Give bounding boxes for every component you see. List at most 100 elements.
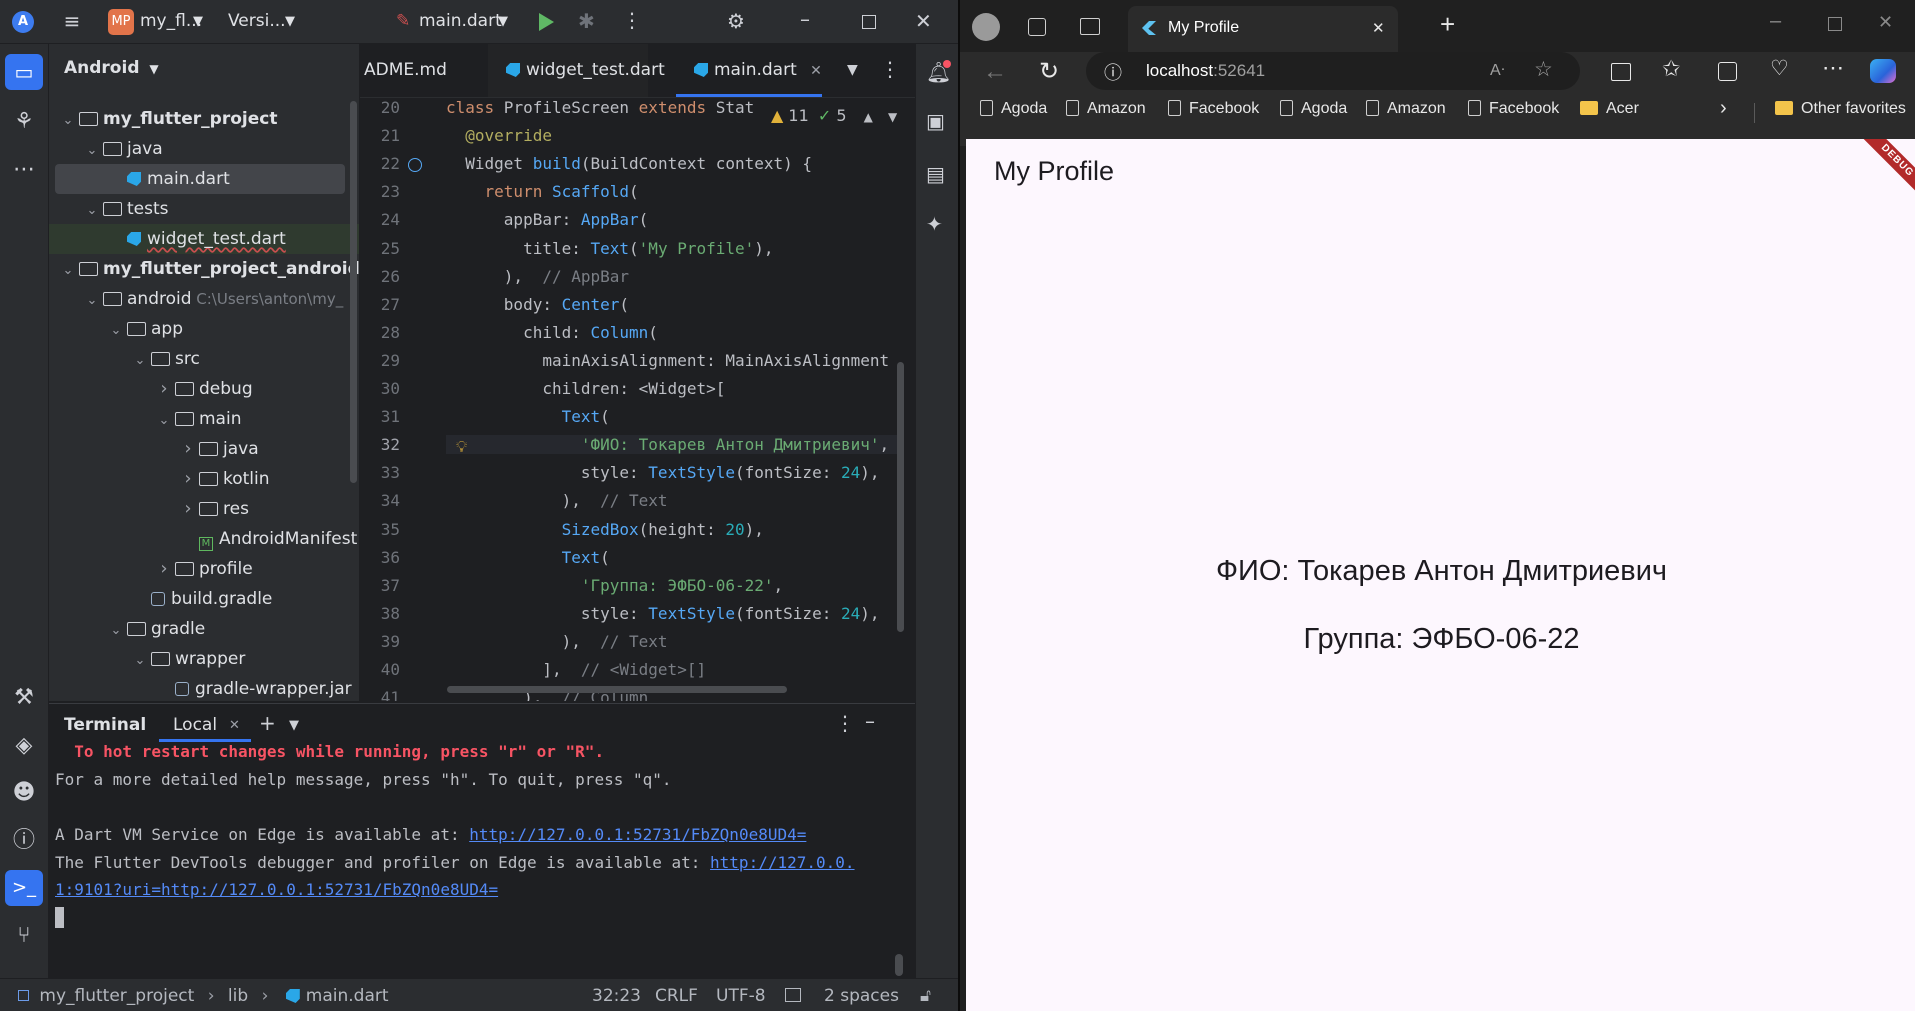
tree-item[interactable]: ⌄ android C:\Users\anton\my_ <box>49 284 359 314</box>
chevron-down-icon[interactable]: ⌄ <box>61 256 75 286</box>
tree-item[interactable]: › debug <box>49 374 359 404</box>
tab-main-dart[interactable]: main.dart ✕ <box>676 44 822 97</box>
bookmark-item[interactable]: Facebook <box>1468 100 1559 118</box>
code-line[interactable]: class ProfileScreen extends Stat <box>446 98 754 117</box>
git-branch-icon[interactable]: ⑂ <box>10 922 38 950</box>
project-view-selector[interactable]: Android ▼ <box>64 58 159 78</box>
split-screen-icon[interactable] <box>1611 63 1631 81</box>
other-favorites[interactable]: Other favorites <box>1775 100 1906 118</box>
caret-position[interactable]: 32:23 <box>592 986 641 1006</box>
tree-item[interactable]: ⌄ my_flutter_project_android <box>49 254 359 284</box>
code-line[interactable]: ), // Text <box>446 491 668 510</box>
more-tools-icon[interactable]: ⋯ <box>10 156 38 184</box>
breadcrumb-project[interactable]: my_flutter_project <box>39 986 194 1006</box>
chevron-down-icon[interactable]: ⌄ <box>109 616 123 646</box>
bookmark-item[interactable]: Amazon <box>1366 100 1446 118</box>
editor-h-scrollbar[interactable] <box>447 686 787 693</box>
window-maximize-icon[interactable] <box>862 15 876 29</box>
back-arrow-icon[interactable]: ← <box>983 58 1007 86</box>
tree-item[interactable]: build.gradle <box>49 584 359 614</box>
chevron-down-icon[interactable]: ⌄ <box>85 286 99 316</box>
breadcrumb-file[interactable]: main.dart <box>306 986 389 1006</box>
tree-item[interactable]: ⌄ tests <box>49 194 359 224</box>
chevron-right-icon[interactable]: › <box>181 494 195 524</box>
tree-item[interactable]: ⌄ my_flutter_project <box>49 104 359 134</box>
tab-actions-icon[interactable] <box>1080 18 1100 35</box>
terminal-hide-icon[interactable]: – <box>865 711 875 731</box>
tree-item[interactable]: ⌄ src <box>49 344 359 374</box>
terminal-tab-local[interactable]: Local ✕ <box>159 704 251 742</box>
tabs-chevron-down-icon[interactable]: ▼ <box>847 60 858 80</box>
run-config-chevron-down-icon[interactable]: ▼ <box>498 14 508 29</box>
chevron-right-icon[interactable]: › <box>181 464 195 494</box>
site-info-icon[interactable]: ⓘ <box>1104 59 1122 85</box>
chevron-down-icon[interactable]: ⌄ <box>157 406 171 436</box>
tree-item[interactable]: › res <box>49 494 359 524</box>
devtools-link-cont[interactable]: 1:9101?uri=http://127.0.0.1:52731/FbZQn0… <box>55 880 498 899</box>
chevron-right-icon[interactable]: › <box>157 554 171 584</box>
tree-item[interactable]: › kotlin <box>49 464 359 494</box>
device-manager-icon[interactable]: ▣ <box>926 111 945 131</box>
code-line[interactable]: mainAxisAlignment: MainAxisAlignment <box>446 351 889 370</box>
project-badge[interactable]: MP <box>108 9 134 35</box>
bookmark-item[interactable]: Acer <box>1580 100 1639 118</box>
tab-readme[interactable]: ADME.md <box>364 44 447 97</box>
code-line[interactable]: ), // AppBar <box>446 267 629 286</box>
chevron-right-icon[interactable]: › <box>181 434 195 464</box>
code-line[interactable]: ], // <Widget>[] <box>446 660 706 679</box>
bookmark-item[interactable]: Agoda <box>1280 100 1347 118</box>
tree-item[interactable]: gradle-wrapper.jar <box>49 674 359 701</box>
read-aloud-icon[interactable]: Aᐧ <box>1490 60 1505 80</box>
workspaces-icon[interactable] <box>1028 18 1046 36</box>
code-line[interactable]: SizedBox(height: 20), <box>446 520 764 539</box>
tab-close-icon[interactable]: ✕ <box>810 63 822 79</box>
vcs-chevron-down-icon[interactable]: ▼ <box>285 14 295 29</box>
bookmark-item[interactable]: Agoda <box>980 100 1047 118</box>
bookmarks-more-chevron-icon[interactable]: › <box>1720 97 1727 120</box>
tree-item[interactable]: › profile <box>49 554 359 584</box>
terminal-scrollbar[interactable] <box>895 954 903 976</box>
lock-icon[interactable]: 🔓︎ <box>920 986 931 1006</box>
bookmark-item[interactable]: Amazon <box>1066 100 1146 118</box>
new-terminal-plus-icon[interactable]: + <box>259 713 276 733</box>
browser-menu-icon[interactable]: ⋯ <box>1822 55 1844 81</box>
code-line[interactable]: ), // Text <box>446 632 668 651</box>
editor-v-scrollbar[interactable] <box>897 362 904 632</box>
line-separator[interactable]: CRLF <box>655 986 698 1006</box>
chevron-down-icon[interactable]: ⌄ <box>85 136 99 166</box>
new-tab-plus-icon[interactable]: + <box>1440 9 1455 40</box>
tree-item[interactable]: widget_test.dart <box>49 224 359 254</box>
indent-setting[interactable]: 2 spaces <box>824 986 899 1006</box>
favorites-icon[interactable]: ✩ <box>1662 56 1680 82</box>
project-scrollbar[interactable] <box>350 101 357 483</box>
problems-icon[interactable]: ⓘ <box>10 827 38 855</box>
tab-widget-test[interactable]: widget_test.dart <box>488 44 665 97</box>
run-config-selector[interactable]: main.dart <box>419 11 502 31</box>
code-line[interactable]: style: TextStyle(fontSize: 24), <box>446 604 880 623</box>
gem-icon[interactable]: ◈ <box>10 732 38 760</box>
more-actions-icon[interactable]: ⋮ <box>622 10 642 30</box>
intention-bulb-icon[interactable]: 💡︎ <box>456 437 467 457</box>
code-line[interactable]: appBar: AppBar( <box>446 210 649 229</box>
terminal-icon[interactable]: >_ <box>10 874 38 902</box>
code-line[interactable]: title: Text('My Profile'), <box>446 239 773 258</box>
chevron-down-icon[interactable]: ⌄ <box>61 106 75 136</box>
code-area[interactable]: 20 class ProfileScreen extends Stat 21 @ov… <box>360 98 900 701</box>
chevron-down-icon[interactable]: ⌄ <box>85 196 99 226</box>
tree-item[interactable]: ⌄ app <box>49 314 359 344</box>
read-mode-icon[interactable] <box>785 988 801 1002</box>
vm-service-link[interactable]: http://127.0.0.1:52731/FbZQn0e8UD4= <box>469 825 806 844</box>
code-line[interactable]: Text( <box>446 548 610 567</box>
chevron-right-icon[interactable]: › <box>157 374 171 404</box>
tree-item[interactable]: ⌄ main <box>49 404 359 434</box>
code-line[interactable]: Text( <box>446 407 610 426</box>
override-marker-icon[interactable] <box>408 158 422 173</box>
tree-item[interactable]: main.dart <box>55 164 345 194</box>
refresh-icon[interactable]: ↻ <box>1039 57 1059 86</box>
browser-health-icon[interactable]: ♡ <box>1770 56 1789 81</box>
chevron-down-icon[interactable]: ⌄ <box>133 646 147 676</box>
vcs-widget[interactable]: Versi... <box>228 11 286 31</box>
settings-gear-icon[interactable]: ⚙ <box>727 11 745 31</box>
terminal-cursor[interactable] <box>55 907 64 928</box>
tree-item[interactable]: ⌄ java <box>49 134 359 164</box>
